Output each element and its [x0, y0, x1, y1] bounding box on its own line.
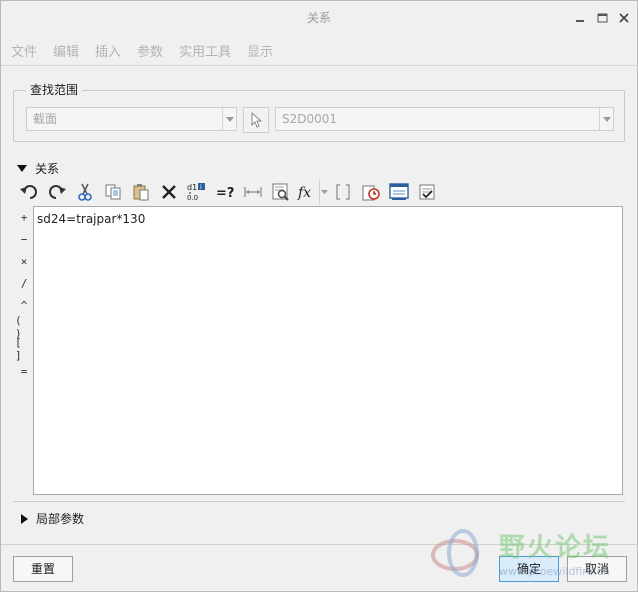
look-in-group: 查找范围 截面 S2D0001 [13, 81, 625, 142]
redo-icon[interactable] [43, 179, 71, 205]
type-select[interactable]: 截面 [26, 107, 237, 131]
relation-line: sd24=trajpar*130 [37, 212, 146, 226]
sort-icon[interactable] [385, 179, 413, 205]
copy-icon[interactable] [99, 179, 127, 205]
relations-dialog: 关系 文件 编辑 插入 参数 实用工具 显示 查找范围 截面 S2D0001 关… [0, 0, 638, 592]
unit-icon[interactable] [357, 179, 385, 205]
window-title: 关系 [306, 11, 331, 25]
menu-file[interactable]: 文件 [11, 41, 37, 60]
chevron-down-icon [321, 190, 328, 194]
operator-equals[interactable]: = [15, 360, 33, 382]
operator-minus[interactable]: − [15, 228, 33, 250]
paste-icon[interactable] [127, 179, 155, 205]
operator-palette: + − × / ^ ( ) [ ] = [15, 206, 33, 382]
svg-text:0.0: 0.0 [187, 194, 198, 202]
cut-icon[interactable] [71, 179, 99, 205]
verify-icon[interactable] [413, 179, 441, 205]
reset-button[interactable]: 重置 [13, 556, 73, 582]
operator-divide[interactable]: / [15, 272, 33, 294]
chevron-down-icon [599, 108, 613, 130]
menu-parameters[interactable]: 参数 [137, 41, 163, 60]
menu-edit[interactable]: 编辑 [53, 41, 79, 60]
select-item-button[interactable] [243, 107, 269, 133]
section-divider [13, 501, 625, 502]
operator-brackets[interactable]: [ ] [15, 336, 33, 362]
bracket-icon[interactable] [329, 179, 357, 205]
pointer-icon [251, 112, 263, 128]
type-value: 截面 [33, 112, 58, 126]
evaluate-icon[interactable]: =? [211, 179, 239, 205]
chevron-down-icon [222, 108, 236, 130]
function-icon[interactable]: fx [295, 179, 319, 205]
title-bar: 关系 [1, 1, 637, 35]
operator-multiply[interactable]: × [15, 250, 33, 272]
operator-power[interactable]: ^ [15, 294, 33, 316]
info-icon[interactable] [267, 179, 295, 205]
look-in-label: 查找范围 [26, 81, 83, 98]
cancel-button[interactable]: 取消 [567, 556, 627, 582]
dimension-icon[interactable] [239, 179, 267, 205]
delete-icon[interactable] [155, 179, 183, 205]
relations-toolbar: d1 i 0.0 =? fx [15, 179, 441, 205]
relations-editor[interactable]: sd24=trajpar*130 [33, 206, 623, 495]
menu-utilities[interactable]: 实用工具 [179, 41, 231, 60]
item-value: S2D0001 [282, 112, 338, 126]
svg-text:d1: d1 [187, 183, 197, 192]
triangle-right-icon [21, 513, 28, 524]
menu-divider [1, 65, 637, 66]
function-dropdown[interactable] [319, 179, 329, 205]
ok-button[interactable]: 确定 [499, 556, 559, 582]
menu-display[interactable]: 显示 [247, 41, 273, 60]
menu-insert[interactable]: 插入 [95, 41, 121, 60]
relations-section-toggle[interactable]: 关系 [17, 160, 59, 177]
footer-divider [1, 544, 637, 545]
undo-icon[interactable] [15, 179, 43, 205]
window-controls [573, 1, 631, 35]
maximize-icon[interactable] [595, 11, 609, 25]
svg-text:=?: =? [216, 186, 234, 200]
watermark-logo-icon [431, 529, 479, 577]
minimize-icon[interactable] [573, 11, 587, 25]
triangle-down-icon [17, 164, 27, 172]
relations-label: 关系 [35, 162, 60, 176]
operator-plus[interactable]: + [15, 206, 33, 228]
item-select[interactable]: S2D0001 [275, 107, 614, 131]
operator-parentheses[interactable]: ( ) [15, 314, 33, 340]
local-params-label: 局部参数 [36, 512, 85, 526]
decimal-icon[interactable]: d1 i 0.0 [183, 179, 211, 205]
menu-bar: 文件 编辑 插入 参数 实用工具 显示 [1, 39, 637, 61]
close-icon[interactable] [617, 11, 631, 25]
local-params-toggle[interactable]: 局部参数 [21, 510, 84, 527]
svg-text:fx: fx [297, 185, 311, 201]
